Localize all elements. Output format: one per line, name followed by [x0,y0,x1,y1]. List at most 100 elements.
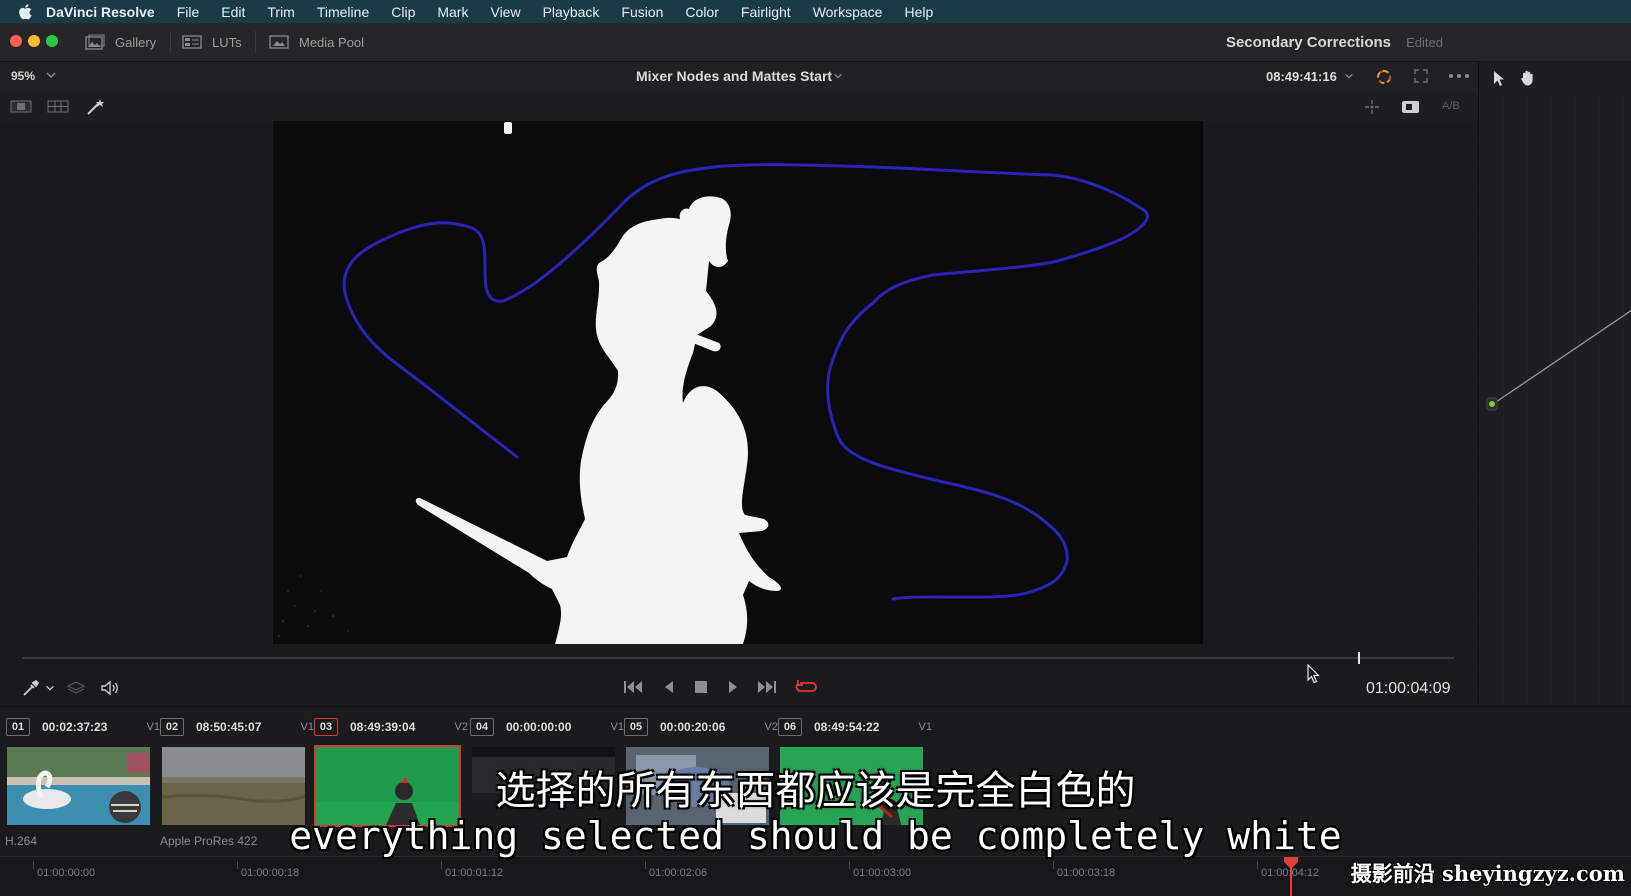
menu-view[interactable]: View [490,4,520,20]
clip-track: V2 [764,721,778,733]
luts-button[interactable]: LUTs [182,32,242,52]
app-toolbar: Gallery LUTs Media Pool Secondary Correc… [0,23,1631,62]
ruler-tick [237,861,238,869]
clip-timecode: 00:00:20:06 [660,720,726,734]
chevron-down-icon[interactable] [1344,71,1354,81]
menu-playback[interactable]: Playback [543,4,600,20]
clip-header[interactable]: 04 00:00:00:00 V1 [470,717,624,737]
clip-header[interactable]: 06 08:49:54:22 V1 [778,717,932,737]
menu-timeline[interactable]: Timeline [317,4,369,20]
timeline-playhead[interactable] [1290,857,1292,896]
clip-number: 05 [624,718,648,736]
ruler-label: 01:00:00:00 [37,867,96,879]
clip-timecode: 00:02:37:23 [42,720,108,734]
single-viewer-icon[interactable] [10,98,32,114]
source-timecode[interactable]: 08:49:41:16 [1266,69,1337,84]
menu-trim[interactable]: Trim [267,4,294,20]
window-maximize-button[interactable] [46,35,58,47]
ruler-tick [441,861,442,869]
chevron-down-icon[interactable] [45,683,55,693]
video-frame[interactable] [273,121,1203,644]
hand-tool-icon[interactable] [1519,69,1537,87]
pointer-tool-icon[interactable] [1491,69,1507,87]
apple-icon[interactable] [18,3,32,20]
menu-clip[interactable]: Clip [391,4,415,20]
magic-wand-icon[interactable] [85,98,107,116]
window-minimize-button[interactable] [28,35,40,47]
gallery-button[interactable]: Gallery [85,32,156,52]
window-close-button[interactable] [10,35,22,47]
color-wheel-icon[interactable] [1374,67,1394,87]
zoom-level[interactable]: 95% [11,69,35,83]
transport-bar: 01:00:04:09 [0,668,1478,706]
clip-timecode: 08:49:39:04 [350,720,416,734]
menu-help[interactable]: Help [904,4,933,20]
skip-to-start-icon[interactable] [623,680,645,694]
stop-icon[interactable] [694,680,708,694]
node-output-dot[interactable] [1489,401,1495,407]
node-graph-canvas[interactable] [1479,92,1631,704]
menu-color[interactable]: Color [685,4,718,20]
media-pool-button[interactable]: Media Pool [269,32,364,52]
color-picker-icon[interactable] [21,679,41,697]
more-options-icon[interactable] [1448,71,1470,81]
menu-file[interactable]: File [177,4,200,20]
matte-noise [277,575,349,638]
menu-fairlight[interactable]: Fairlight [741,4,791,20]
menu-mark[interactable]: Mark [437,4,468,20]
matte-preview [277,122,1149,644]
menu-workspace[interactable]: Workspace [813,4,883,20]
speaker-icon[interactable] [100,680,120,696]
clip-track: V1 [918,721,932,733]
loop-icon[interactable] [794,679,818,695]
toolbar-divider [255,31,256,53]
ruler-tick [33,861,34,869]
clip-track: V1 [300,721,314,733]
ruler-label: 01:00:02:06 [649,867,708,879]
scrubber-track[interactable] [22,657,1454,659]
record-timecode[interactable]: 01:00:04:09 [1366,680,1451,698]
ruler-tick [645,861,646,869]
clip-number: 01 [6,718,30,736]
clip-header[interactable]: 05 00:00:20:06 V2 [624,717,778,737]
subtitle-english: everything selected should be completely… [289,814,1342,858]
ab-compare-toggle[interactable]: A/B [1442,100,1460,112]
menu-davinci-resolve[interactable]: DaVinci Resolve [46,4,155,20]
transform-crosshair-icon[interactable] [1362,98,1382,116]
ruler-label: 01:00:00:18 [241,867,300,879]
clip-header[interactable]: 03 08:49:39:04 V2 [314,717,468,737]
clip-header[interactable]: 01 00:02:37:23 V1 [6,717,160,737]
clip-header[interactable]: 02 08:50:45:07 V1 [160,717,314,737]
ruler-tick [849,861,850,869]
menu-edit[interactable]: Edit [221,4,245,20]
chevron-down-icon[interactable] [833,71,843,81]
reverse-play-icon[interactable] [663,680,675,694]
gallery-icon [85,34,105,50]
gallery-grid-icon[interactable] [47,98,69,114]
watermark: 摄影前沿 sheyingzyz.com [1350,861,1625,886]
clip-timecode: 08:50:45:07 [196,720,262,734]
subtitle-chinese: 选择的所有东西都应该是完全白色的 [495,768,1136,814]
ruler-label: 01:00:03:18 [1057,867,1116,879]
ruler-label: 01:00:03:00 [853,867,912,879]
skip-to-end-icon[interactable] [755,680,777,694]
ruler-tick [1257,861,1258,869]
fullscreen-icon[interactable] [1412,67,1430,85]
viewer-area [0,121,1478,644]
viewer-header: 95% Mixer Nodes and Mattes Start 08:49:4… [0,62,1478,93]
viewer-sub-toolbar: A/B [0,92,1478,121]
node-editor-panel [1478,62,1631,704]
menu-fusion[interactable]: Fusion [621,4,663,20]
clip-title[interactable]: Mixer Nodes and Mattes Start [636,68,832,84]
play-icon[interactable] [727,680,739,694]
clip-track: V2 [454,721,468,733]
scrubber-playhead[interactable] [1358,652,1361,664]
highlight-mode-icon[interactable] [1400,98,1422,116]
gallery-label: Gallery [115,34,157,50]
clip-number: 06 [778,718,802,736]
chevron-down-icon[interactable] [45,69,57,81]
blue-selection-stroke [342,163,1149,601]
clip-number: 03 [314,718,338,736]
clip-number: 02 [160,718,184,736]
layers-icon[interactable] [67,680,85,696]
